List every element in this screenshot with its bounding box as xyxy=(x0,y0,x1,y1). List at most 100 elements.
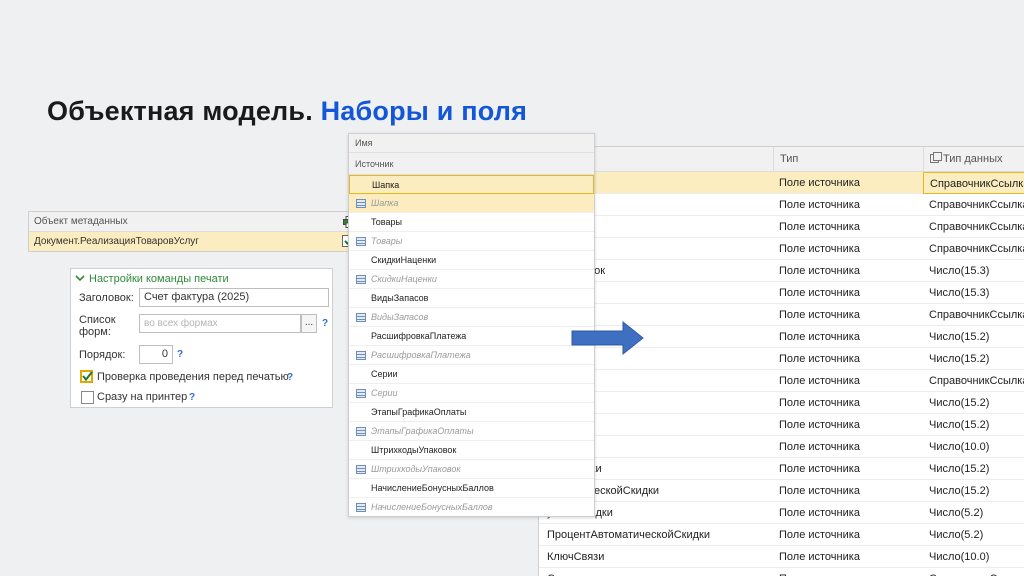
dataset-source-name: ВидыЗапасов xyxy=(371,312,429,322)
field-type-cell: Поле источника xyxy=(779,507,860,519)
dataset-item[interactable]: СкидкиНаценки xyxy=(349,251,594,270)
metadata-object-row[interactable]: Документ.РеализацияТоваровУслуг xyxy=(29,232,361,251)
field-type-cell: Поле источника xyxy=(779,551,860,563)
order-help-icon[interactable]: ? xyxy=(177,349,183,360)
field-data-type-cell: Число(15.2) xyxy=(929,331,990,343)
dataset-item-name: СкидкиНаценки xyxy=(371,255,437,265)
forms-label-line2: форм: xyxy=(79,326,111,338)
table-icon xyxy=(356,237,366,246)
slide-title-main: Объектная модель. xyxy=(47,96,313,126)
dataset-item[interactable]: РасшифровкаПлатежа xyxy=(349,327,594,346)
column-header-type[interactable]: Тип xyxy=(773,147,923,172)
dataset-item[interactable]: Шапка xyxy=(349,175,594,194)
dataset-source-item[interactable]: ВидыЗапасов xyxy=(349,308,594,327)
field-data-type-cell: Число(15.2) xyxy=(929,463,990,475)
table-row[interactable]: втоматическойСкидки Поле источника Число(1… xyxy=(539,480,1024,502)
table-row[interactable]: воУпаковокПоле источникаЧисло(15.3) xyxy=(539,260,1024,282)
dataset-source-name: СкидкиНаценки xyxy=(371,274,437,284)
dataset-source-item[interactable]: ШтрихкодыУпаковок xyxy=(349,460,594,479)
field-type-cell: Поле источника xyxy=(779,419,860,431)
dataset-source-item[interactable]: РасшифровкаПлатежа xyxy=(349,346,594,365)
dataset-item-name: ЭтапыГрафикаОплаты xyxy=(371,407,467,417)
datasets-header-source: Источник xyxy=(349,153,594,175)
column-header-data-type[interactable]: Тип данных xyxy=(923,147,1024,172)
slide-title: Объектная модель. Наборы и поля xyxy=(47,96,527,127)
field-type-cell: Поле источника xyxy=(779,529,860,541)
table-row[interactable]: ПроцентАвтоматическойСкидки Поле источник… xyxy=(539,524,1024,546)
dataset-source-item[interactable]: Шапка xyxy=(349,194,594,213)
table-icon xyxy=(356,503,366,512)
check-posting-checkbox[interactable] xyxy=(80,370,93,383)
table-row[interactable]: нойСкидкиПоле источникаЧисло(15.2) xyxy=(539,458,1024,480)
table-row[interactable]: ДСПоле источникаСправочникСсылка xyxy=(539,370,1024,392)
forms-label-line1: Список xyxy=(79,314,116,326)
metadata-object-value: Документ.РеализацияТоваровУслуг xyxy=(34,236,199,247)
order-field[interactable]: 0 xyxy=(139,345,173,364)
dataset-item[interactable]: ШтрихкодыУпаковок xyxy=(349,441,594,460)
table-row[interactable]: КлючСвязи Поле источника Число(10.0) xyxy=(539,546,1024,568)
dataset-source-item[interactable]: НачислениеБонусныхБаллов xyxy=(349,498,594,516)
dataset-source-item[interactable]: СкидкиНаценки xyxy=(349,270,594,289)
table-row[interactable]: Поле источника СправочникСсылка xyxy=(539,238,1024,260)
dataset-item[interactable]: Серии xyxy=(349,365,594,384)
table-icon xyxy=(356,199,366,208)
dataset-item[interactable]: ЭтапыГрафикаОплаты xyxy=(349,403,594,422)
datasets-header-name: Имя xyxy=(349,134,594,153)
field-data-type-cell: Число(15.2) xyxy=(929,353,990,365)
direct-print-help-icon[interactable]: ? xyxy=(189,392,195,403)
table-row[interactable]: истикаПоле источникаСправочникСсылка xyxy=(539,194,1024,216)
title-field[interactable]: Счет фактура (2025) xyxy=(139,288,329,307)
dataset-source-item[interactable]: Товары xyxy=(349,232,594,251)
table-row[interactable]: воПоле источникаЧисло(15.3) xyxy=(539,282,1024,304)
dataset-item-name: РасшифровкаПлатежа xyxy=(371,331,467,341)
forms-help-icon[interactable]: ? xyxy=(322,318,328,329)
table-row[interactable]: учнойСкидкиПоле источникаЧисло(5.2) xyxy=(539,502,1024,524)
dataset-item-name: НачислениеБонусныхБаллов xyxy=(371,483,494,493)
direct-print-checkbox[interactable] xyxy=(81,391,94,404)
forms-field[interactable]: во всех формах xyxy=(139,314,301,333)
field-type-cell: Поле источника xyxy=(779,265,860,277)
arrow-right-icon xyxy=(571,320,644,356)
table-row[interactable]: СкладПоле источникаСправочникСсылка xyxy=(539,568,1024,576)
dataset-source-item[interactable]: ЭтапыГрафикаОплаты xyxy=(349,422,594,441)
field-type-cell: Поле источника xyxy=(779,397,860,409)
table-row[interactable]: иеПоле источникаСправочникСсылка xyxy=(539,216,1024,238)
chevron-down-icon[interactable] xyxy=(75,273,85,285)
table-row[interactable]: турыПоле источникаСправочникСсылка xyxy=(539,172,1024,194)
title-label: Заголовок: xyxy=(79,292,134,304)
dataset-source-name: НачислениеБонусныхБаллов xyxy=(371,502,493,512)
print-settings-group-header[interactable]: Настройки команды печати xyxy=(75,273,229,285)
table-row[interactable]: иПоле источникаЧисло(10.0) xyxy=(539,436,1024,458)
field-data-type-cell: Число(15.3) xyxy=(929,287,990,299)
check-posting-help-icon[interactable]: ? xyxy=(287,372,293,383)
field-type-cell: Поле источника xyxy=(779,199,860,211)
forms-select-button[interactable]: ... xyxy=(301,314,317,333)
field-data-type-cell: СправочникСсылка xyxy=(929,243,1024,255)
field-data-type-cell: Число(10.0) xyxy=(929,551,990,563)
field-data-type-cell: Число(15.2) xyxy=(929,485,990,497)
field-data-type-cell: СправочникСсылка xyxy=(923,568,1024,576)
field-data-type-cell: Число(15.2) xyxy=(929,397,990,409)
dataset-item[interactable]: НачислениеБонусныхБаллов xyxy=(349,479,594,498)
datasets-list: Шапка Шапка Товары Товары СкидкиНаценки Скидк… xyxy=(349,175,594,516)
dataset-item[interactable]: Товары xyxy=(349,213,594,232)
print-settings-panel: Настройки команды печати Заголовок: Счет… xyxy=(70,268,333,408)
table-row[interactable]: СПоле источникаЧисло(15.2) xyxy=(539,392,1024,414)
field-name-cell: ПроцентАвтоматическойСкидки xyxy=(547,529,710,541)
check-posting-label[interactable]: Проверка проведения перед печатью xyxy=(97,371,289,383)
table-row[interactable]: ДСПоле источникаЧисло(15.2) xyxy=(539,414,1024,436)
dataset-source-name: РасшифровкаПлатежа xyxy=(371,350,471,360)
table-icon xyxy=(356,465,366,474)
table-icon xyxy=(356,275,366,284)
field-data-type-cell: Число(5.2) xyxy=(929,529,984,541)
column-header-type-label: Тип xyxy=(780,153,799,165)
direct-print-label[interactable]: Сразу на принтер xyxy=(97,391,187,403)
metadata-object-header-label: Объект метаданных xyxy=(34,216,128,227)
dataset-source-item[interactable]: Серии xyxy=(349,384,594,403)
field-data-type-cell: Число(15.2) xyxy=(929,419,990,431)
field-name-cell: КлючСвязи xyxy=(547,551,605,563)
dataset-item[interactable]: ВидыЗапасов xyxy=(349,289,594,308)
field-data-type-cell: Число(5.2) xyxy=(929,507,984,519)
metadata-object-panel: Объект метаданных Документ.РеализацияТов… xyxy=(28,211,362,252)
dataset-source-name: Товары xyxy=(371,236,403,246)
